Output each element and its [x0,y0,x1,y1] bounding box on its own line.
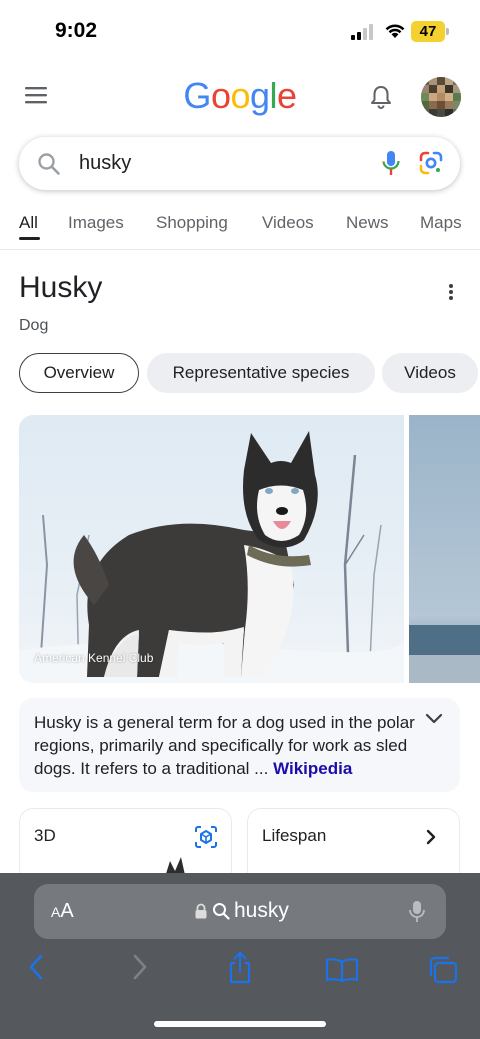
search-bar[interactable]: husky [19,137,460,190]
logo-letter: g [250,75,270,116]
image-credit[interactable]: American Kennel Club [34,651,153,665]
card-lifespan-label: Lifespan [262,826,327,845]
card-3d-label: 3D [34,826,56,845]
search-icon [213,903,230,920]
wifi-icon [385,24,405,38]
description-body: Husky is a general term for a dog used i… [34,713,415,778]
tab-shopping[interactable]: Shopping [156,213,228,233]
tab-images[interactable]: Images [68,213,124,233]
search-icon [38,153,60,175]
knowledge-panel-title: Husky [19,271,103,304]
logo-letter: e [277,75,297,116]
battery-indicator: 47 [411,21,445,42]
more-options-icon[interactable] [443,283,459,301]
microphone-icon[interactable] [381,149,401,179]
chip-representative-species[interactable]: Representative species [147,353,375,393]
chevron-down-icon[interactable] [423,712,445,726]
logo-letter: o [230,75,250,116]
husky-photo[interactable] [19,415,404,683]
forward-icon[interactable] [131,953,149,981]
description-ellipsis: ... [249,759,274,778]
avatar[interactable] [421,77,461,117]
search-tabs: All Images Shopping Videos News Maps [0,210,480,250]
description-card[interactable]: Husky is a general term for a dog used i… [19,698,460,792]
chevron-right-icon[interactable] [424,828,438,846]
knowledge-panel-subtitle: Dog [19,317,49,334]
tab-news[interactable]: News [346,213,389,233]
bell-icon[interactable] [369,84,393,110]
microphone-icon[interactable] [408,899,426,925]
tab-videos[interactable]: Videos [262,213,314,233]
google-lens-icon[interactable] [418,150,444,176]
bookmarks-icon[interactable] [325,957,359,983]
google-logo[interactable]: Google [0,75,480,117]
home-indicator[interactable] [154,1021,326,1027]
address-text: husky [234,899,289,922]
tabs-icon[interactable] [427,955,459,985]
description-text: Husky is a general term for a dog used i… [34,711,424,780]
tab-maps[interactable]: Maps [420,213,462,233]
avatar-image [421,77,461,117]
address-bar[interactable]: AA husky [34,884,446,939]
back-icon[interactable] [27,953,45,981]
logo-letter: G [183,75,211,116]
active-tab-indicator [19,237,40,240]
battery-nub [446,28,449,35]
safari-toolbar: AA husky [0,873,480,1039]
text-size-button[interactable]: AA [51,900,74,923]
view-3d-icon[interactable] [194,825,218,849]
wikipedia-link[interactable]: Wikipedia [273,759,352,778]
text-size-large: A [60,900,74,922]
chip-videos[interactable]: Videos [382,353,478,393]
tab-all[interactable]: All [19,213,38,233]
husky-image [19,415,404,683]
chip-overview[interactable]: Overview [19,353,139,393]
lock-icon [195,903,207,919]
share-icon[interactable] [226,951,254,985]
text-size-small: A [51,904,61,920]
status-bar: 9:02 47 [0,0,480,62]
secondary-image [409,415,480,683]
logo-letter: l [269,75,278,116]
husky-photo-secondary[interactable] [409,415,480,683]
status-time: 9:02 [55,19,98,42]
cellular-signal-icon [351,24,373,40]
address-field[interactable]: husky [194,899,289,923]
search-query[interactable]: husky [79,152,131,175]
logo-letter: o [210,75,231,116]
